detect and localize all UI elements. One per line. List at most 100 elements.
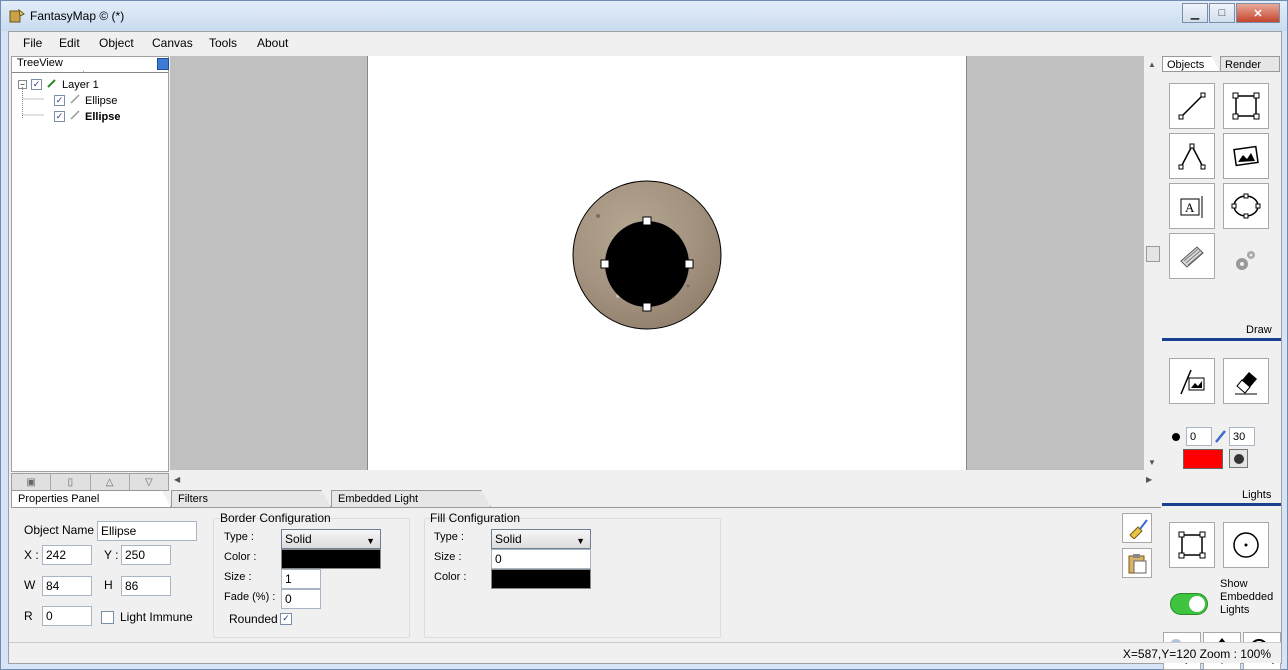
client-area: File Edit Object Canvas Tools About Tree… xyxy=(8,31,1282,670)
menu-object[interactable]: Object xyxy=(99,36,134,50)
svg-text:A: A xyxy=(1185,200,1195,215)
tab-filters[interactable]: Filters xyxy=(171,490,331,507)
y-input[interactable]: 250 xyxy=(121,545,171,565)
scroll-left-icon[interactable]: ◀ xyxy=(174,475,180,484)
border-type-value: Solid xyxy=(285,532,312,546)
object-name-input[interactable]: Ellipse xyxy=(97,521,197,541)
toggle-knob xyxy=(1189,596,1205,612)
move-down-button[interactable]: ▽ xyxy=(130,474,168,490)
tab-objects[interactable]: Objects xyxy=(1162,56,1220,72)
settings-button[interactable] xyxy=(1230,246,1260,276)
selected-ellipse[interactable] xyxy=(605,221,689,307)
resize-handle-top[interactable] xyxy=(642,216,652,226)
resize-handle-bottom[interactable] xyxy=(642,302,652,312)
folder-icon: ▣ xyxy=(26,476,36,488)
x-input[interactable]: 242 xyxy=(42,545,92,565)
rectangle-tool-button[interactable] xyxy=(1223,83,1269,129)
add-layer-button[interactable]: ▣ xyxy=(12,474,52,490)
section-divider xyxy=(1162,503,1281,506)
text-tool-button[interactable]: A xyxy=(1169,183,1215,229)
title-bar: FantasyMap © (*) ▁ □ ✕ xyxy=(1,1,1287,31)
broom-icon xyxy=(1129,519,1148,539)
y-label: Y : xyxy=(104,548,119,562)
visibility-checkbox[interactable]: ✓ xyxy=(54,111,65,122)
scroll-thumb[interactable] xyxy=(1146,246,1160,262)
rectangle-tool-icon xyxy=(1232,92,1260,120)
brush-icon xyxy=(1214,428,1228,447)
light-size-input[interactable]: 0 xyxy=(1186,427,1212,446)
h-input[interactable]: 86 xyxy=(121,576,171,596)
r-input[interactable]: 0 xyxy=(42,606,92,626)
eraser-tool-button[interactable] xyxy=(1223,358,1269,404)
menu-about[interactable]: About xyxy=(257,36,288,50)
texture-tool-button[interactable] xyxy=(1169,233,1215,279)
visibility-checkbox[interactable]: ✓ xyxy=(54,95,65,106)
status-bar: X=587,Y=120 Zoom : 100% xyxy=(9,642,1281,663)
tab-render[interactable]: Render xyxy=(1220,56,1280,72)
up-arrow-icon: △ xyxy=(105,476,114,488)
border-size-input[interactable]: 1 xyxy=(281,569,321,589)
light-brush-icon xyxy=(1180,369,1205,395)
polyline-tool-button[interactable] xyxy=(1169,133,1215,179)
light-shape-button[interactable] xyxy=(1229,449,1248,468)
tab-treeview[interactable]: TreeView xyxy=(12,57,84,72)
scroll-up-icon[interactable]: ▲ xyxy=(1148,60,1156,69)
menu-edit[interactable]: Edit xyxy=(59,36,80,50)
show-embedded-lights-toggle[interactable] xyxy=(1170,593,1208,615)
fill-size-input[interactable]: 0 xyxy=(491,549,591,569)
tree-connector-lines xyxy=(22,87,44,119)
light-rect-button[interactable] xyxy=(1169,522,1215,568)
ellipse-objects[interactable] xyxy=(568,176,728,336)
light-circle-button[interactable] xyxy=(1223,522,1269,568)
image-tool-button[interactable] xyxy=(1223,133,1269,179)
tree-toolbar: ▣ ▯ △ ▽ xyxy=(11,473,169,491)
maximize-button[interactable]: □ xyxy=(1209,3,1235,23)
border-fade-input[interactable]: 0 xyxy=(281,589,321,609)
menu-canvas[interactable]: Canvas xyxy=(152,36,193,50)
canvas-area[interactable] xyxy=(170,56,1144,470)
horizontal-scrollbar[interactable]: ◀ ▶ xyxy=(170,472,1160,488)
scroll-down-icon[interactable]: ▼ xyxy=(1148,458,1156,467)
apply-style-button[interactable] xyxy=(1122,513,1152,543)
vertical-scrollbar[interactable]: ▲ ▼ xyxy=(1145,56,1161,470)
menu-tools[interactable]: Tools xyxy=(209,36,237,50)
r-label: R xyxy=(24,609,33,623)
menu-file[interactable]: File xyxy=(23,36,42,50)
tab-divider xyxy=(12,72,168,73)
minimize-button[interactable]: ▁ xyxy=(1182,3,1208,23)
tab-embedded-light[interactable]: Embedded Light xyxy=(331,490,491,507)
fill-type-select[interactable]: Solid ▼ xyxy=(491,529,591,549)
brush-icon xyxy=(69,93,81,108)
light-immune-checkbox[interactable] xyxy=(101,611,114,624)
close-button[interactable]: ✕ xyxy=(1236,3,1280,23)
light-size-icon xyxy=(1172,433,1180,441)
canvas-page[interactable] xyxy=(367,56,967,470)
tree-node-ellipse-selected[interactable]: ✓ Ellipse xyxy=(54,109,120,124)
scroll-right-icon[interactable]: ▶ xyxy=(1146,475,1152,484)
tab-properties-panel[interactable]: Properties Panel xyxy=(11,490,171,507)
tree-node-ellipse[interactable]: ✓ Ellipse xyxy=(54,93,117,108)
down-arrow-icon: ▽ xyxy=(145,476,153,488)
texture-tool-icon xyxy=(1180,246,1204,268)
border-type-select[interactable]: Solid ▼ xyxy=(281,529,381,549)
resize-handle-left[interactable] xyxy=(600,259,610,269)
pin-icon[interactable] xyxy=(157,58,169,70)
brush-size-input[interactable]: 30 xyxy=(1229,427,1255,446)
ellipse-tool-button[interactable] xyxy=(1223,183,1269,229)
polyline-tool-icon xyxy=(1178,143,1206,170)
border-color-swatch[interactable] xyxy=(281,549,381,569)
paste-style-button[interactable] xyxy=(1122,548,1152,578)
rounded-checkbox[interactable]: ✓ xyxy=(280,613,292,625)
properties-panel: Object Name Ellipse X : 242 Y : 250 W 84… xyxy=(11,507,1161,639)
move-up-button[interactable]: △ xyxy=(91,474,130,490)
line-tool-button[interactable] xyxy=(1169,83,1215,129)
fill-type-value: Solid xyxy=(495,532,522,546)
w-input[interactable]: 84 xyxy=(42,576,92,596)
light-paint-tool-button[interactable] xyxy=(1169,358,1215,404)
fill-color-swatch[interactable] xyxy=(491,569,591,589)
resize-handle-right[interactable] xyxy=(684,259,694,269)
eraser-icon xyxy=(1235,372,1257,395)
trash-icon: ▯ xyxy=(67,476,74,488)
delete-button[interactable]: ▯ xyxy=(51,474,91,490)
light-color-swatch[interactable] xyxy=(1183,449,1223,469)
